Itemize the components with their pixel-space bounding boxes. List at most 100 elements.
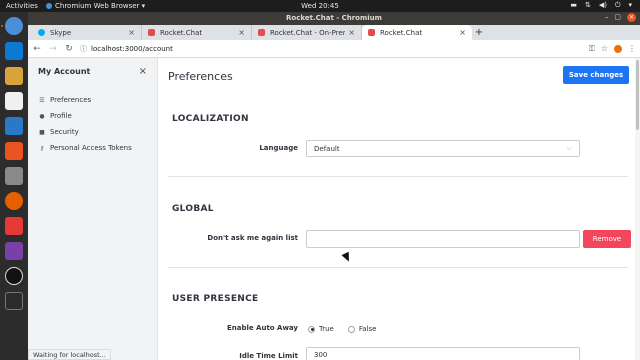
language-label: Language: [259, 144, 298, 152]
sidebar-item-preferences[interactable]: ☰ Preferences: [28, 92, 157, 108]
close-icon[interactable]: ×: [128, 28, 135, 37]
rocketchat-icon: [148, 29, 155, 36]
menu-icon[interactable]: ⋮: [628, 44, 636, 53]
rocketchat-page: My Account × ☰ Preferences ● Profile ■ S…: [28, 58, 640, 360]
rocketchat-icon: [258, 29, 265, 36]
sidebar-item-profile[interactable]: ● Profile: [28, 108, 157, 124]
dock: [0, 12, 28, 360]
user-icon: ●: [39, 112, 45, 120]
close-icon[interactable]: ×: [348, 28, 355, 37]
idle-time-value: 300: [314, 350, 328, 359]
status-bubble: Waiting for localhost...: [28, 349, 111, 360]
app-dock-icon[interactable]: [5, 242, 23, 260]
save-changes-button[interactable]: Save changes: [563, 66, 629, 84]
browser-toolbar: ← → ↻ ⓘ localhost:3000/account ⚿ ☆ ⋮: [28, 40, 640, 58]
chevron-down-icon: ▾: [628, 1, 632, 9]
lock-icon: ■: [39, 128, 45, 136]
sidebar-item-label: Personal Access Tokens: [50, 144, 132, 152]
radio-false[interactable]: [347, 325, 355, 333]
auto-away-true-option[interactable]: True: [308, 325, 334, 333]
idle-time-label: Idle Time Limit: [239, 352, 298, 360]
window-title: Rocket.Chat - Chromium: [286, 14, 382, 22]
idle-time-input[interactable]: 300: [306, 347, 580, 360]
tab-label: Skype: [50, 28, 72, 37]
sidebar-item-tokens[interactable]: ⚷ Personal Access Tokens: [28, 140, 157, 156]
page-scrollbar[interactable]: [635, 58, 640, 360]
sidebar-header: My Account ×: [28, 58, 157, 84]
reload-icon[interactable]: ↻: [64, 44, 74, 54]
close-icon[interactable]: ×: [238, 28, 245, 37]
section-divider: [168, 267, 628, 268]
toolbar-actions: ⚿ ☆ ⋮: [589, 44, 636, 54]
section-user-presence-title[interactable]: USER PRESENCE: [172, 294, 259, 304]
chromium-dock-icon[interactable]: [5, 17, 23, 35]
info-icon[interactable]: ⓘ: [80, 44, 87, 54]
rhythmbox-dock-icon[interactable]: [5, 117, 23, 135]
auto-away-radio-group: True False: [308, 325, 376, 333]
power-icon: ⏻: [614, 1, 621, 9]
key-icon[interactable]: ⚿: [589, 44, 595, 54]
close-icon[interactable]: ×: [139, 66, 147, 77]
sidebar-title: My Account: [38, 66, 91, 76]
star-icon[interactable]: ☆: [601, 44, 608, 53]
clock[interactable]: Wed 20:45: [0, 2, 640, 10]
browser-window: Rocket.Chat - Chromium – ▢ ✕ Skype × Roc…: [28, 12, 640, 360]
section-global-title[interactable]: GLOBAL: [172, 204, 214, 214]
files-dock-icon[interactable]: [5, 67, 23, 85]
preferences-panel: Preferences Save changes LOCALIZATION La…: [158, 58, 640, 360]
forward-icon[interactable]: →: [48, 44, 58, 54]
back-icon[interactable]: ←: [32, 44, 42, 54]
key-icon: ⚷: [39, 144, 45, 152]
account-sidebar: My Account × ☰ Preferences ● Profile ■ S…: [28, 58, 158, 360]
remove-button[interactable]: Remove: [583, 230, 631, 248]
system-tray[interactable]: ▬ ⇅ ◀) ⏻ ▾: [570, 1, 632, 10]
tab-label: Rocket.Chat: [160, 28, 203, 37]
panel-header: Preferences Save changes: [158, 58, 640, 88]
rocketchat-icon: [368, 29, 375, 36]
tab-rocketchat-active[interactable]: Rocket.Chat ×: [362, 25, 472, 40]
network-icon: ⇅: [584, 1, 591, 9]
section-divider: [168, 176, 628, 177]
address-bar[interactable]: ⓘ localhost:3000/account: [80, 43, 583, 55]
tab-rocketchat-onpremise[interactable]: Rocket.Chat - On-Premise ×: [252, 25, 362, 40]
chevron-down-icon: ⌵: [566, 144, 572, 152]
system-top-bar: Activities Chromium Web Browser ▾ Wed 20…: [0, 0, 640, 12]
sidebar-item-label: Profile: [50, 112, 72, 120]
close-icon[interactable]: ✕: [627, 13, 636, 22]
active-indicator: [1, 25, 3, 27]
new-tab-button[interactable]: +: [472, 25, 486, 40]
language-select[interactable]: Default ⌵: [306, 140, 580, 157]
writer-dock-icon[interactable]: [5, 92, 23, 110]
auto-away-false-option[interactable]: False: [347, 325, 377, 333]
sidebar-item-security[interactable]: ■ Security: [28, 124, 157, 140]
tab-skype[interactable]: Skype ×: [32, 25, 142, 40]
thunderbird-dock-icon[interactable]: [5, 42, 23, 60]
scrollbar-thumb[interactable]: [636, 60, 639, 130]
url-text: localhost:3000/account: [91, 44, 173, 53]
section-localization-title[interactable]: LOCALIZATION: [172, 114, 249, 124]
volume-icon: ◀): [598, 1, 607, 9]
language-value: Default: [314, 144, 340, 153]
extension-icon[interactable]: [614, 44, 622, 53]
software-center-dock-icon[interactable]: [5, 142, 23, 160]
firefox-dock-icon[interactable]: [5, 192, 23, 210]
tab-label: Rocket.Chat: [380, 28, 423, 37]
close-icon[interactable]: ×: [459, 28, 466, 37]
screenshot-dock-icon[interactable]: [5, 167, 23, 185]
auto-away-label: Enable Auto Away: [226, 324, 298, 332]
skype-icon: [38, 29, 45, 36]
tab-rocketchat-1[interactable]: Rocket.Chat ×: [142, 25, 252, 40]
dont-ask-list[interactable]: [306, 230, 580, 248]
radio-true[interactable]: [308, 325, 315, 333]
tab-strip: Skype × Rocket.Chat × Rocket.Chat - On-P…: [28, 25, 640, 40]
terminal-dock-icon[interactable]: [5, 292, 23, 310]
dont-ask-label: Don't ask me again list: [207, 234, 298, 242]
maximize-icon[interactable]: ▢: [614, 13, 621, 22]
window-titlebar[interactable]: Rocket.Chat - Chromium – ▢ ✕: [28, 12, 640, 25]
sidebar-item-label: Preferences: [50, 96, 92, 104]
anydesk-dock-icon[interactable]: [5, 217, 23, 235]
minimize-icon[interactable]: –: [605, 13, 609, 22]
radio-false-label: False: [358, 325, 377, 333]
tab-label: Rocket.Chat - On-Premise: [270, 28, 345, 37]
obs-dock-icon[interactable]: [5, 267, 23, 285]
